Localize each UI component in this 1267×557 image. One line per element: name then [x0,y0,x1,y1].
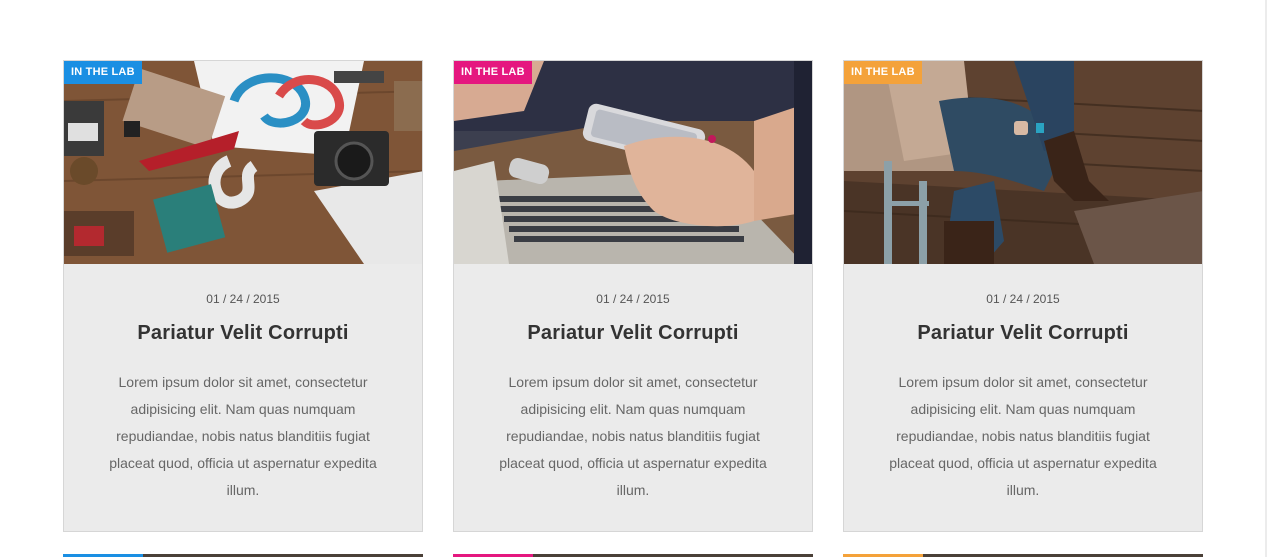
post-title[interactable]: Pariatur Velit Corrupti [64,322,422,345]
post-card-body: 01 / 24 / 2015 Pariatur Velit Corrupti L… [844,264,1202,504]
post-date: 01 / 24 / 2015 [206,292,280,306]
post-card[interactable]: IN THE LAB 01 / 24 / 2015 Pariatur Velit… [843,60,1203,532]
phone-laptop-image [454,61,812,264]
post-card-body: 01 / 24 / 2015 Pariatur Velit Corrupti L… [454,264,812,504]
post-image[interactable] [844,61,1202,264]
post-card-body: 01 / 24 / 2015 Pariatur Velit Corrupti L… [64,264,422,504]
sitting-person-image [844,61,1202,264]
post-card[interactable]: IN THE LAB 01 / 24 / 2015 Pariatur Velit… [63,60,423,532]
post-title[interactable]: Pariatur Velit Corrupti [454,322,812,345]
post-date: 01 / 24 / 2015 [596,292,670,306]
category-badge[interactable]: IN THE LAB [844,61,922,84]
post-card[interactable]: IN THE LAB 01 / 24 / 2015 Pariatur Velit… [453,60,813,532]
category-badge[interactable]: IN THE LAB [64,61,142,84]
post-date: 01 / 24 / 2015 [986,292,1060,306]
post-title[interactable]: Pariatur Velit Corrupti [844,322,1202,345]
post-excerpt: Lorem ipsum dolor sit amet, consectetur … [889,374,1157,498]
category-badge[interactable]: IN THE LAB [454,61,532,84]
post-image[interactable] [454,61,812,264]
post-image[interactable] [64,61,422,264]
desk-flatlay-image [64,61,422,264]
post-excerpt: Lorem ipsum dolor sit amet, consectetur … [499,374,767,498]
post-excerpt: Lorem ipsum dolor sit amet, consectetur … [109,374,377,498]
